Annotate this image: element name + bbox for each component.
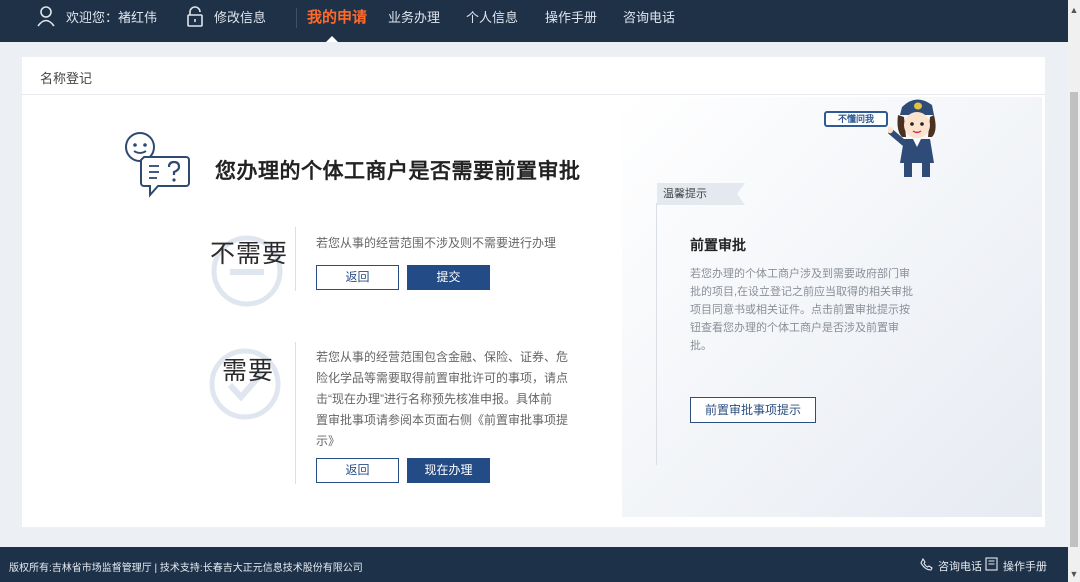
tips-text-line: 批的项目,在设立登记之前应当取得的相关审批 [690,286,914,298]
back-button[interactable]: 返回 [316,265,399,290]
footer-phone-link[interactable]: 咨询电话 [938,558,982,574]
scroll-up-arrow[interactable]: ▲ [1068,2,1080,18]
edit-info-link[interactable]: 修改信息 [214,0,266,42]
footer-manual-link[interactable]: 操作手册 [1003,558,1047,574]
lock-icon [186,6,204,33]
phone-icon [920,557,933,576]
divider-line [295,342,296,484]
not-needed-label: 不需要 [210,240,289,268]
needed-description-line: 击“现在办理”进行名称预先核准申报。具体前 [316,392,552,406]
divider-line [295,227,296,291]
question-chat-icon [122,129,192,204]
tips-text-line: 钮查看您办理的个体工商户是否涉及前置审 [690,322,899,334]
needed-description-line: 示》 [316,434,341,448]
pre-approval-tips-button[interactable]: 前置审批事项提示 [690,397,816,423]
main-panel: 名称登记 您办理的个体工商户是否需要前置审批 不需要 若您从事的经营范围不涉及则… [22,57,1045,527]
needed-description: 若您从事的经营范围包含金融、保险、证券、危 险化学品等需要取得前置审批许可的事项… [316,347,578,452]
do-now-button[interactable]: 现在办理 [407,458,490,483]
scroll-down-arrow[interactable]: ▼ [1068,566,1080,582]
active-tab-caret [326,36,338,42]
needed-description-line: 险化学品等需要取得前置审批许可的事项，请点 [316,371,569,385]
needed-description-line: 若您从事的经营范围包含金融、保险、证券、危 [316,350,569,364]
needed-label: 需要 [222,357,275,385]
tips-tag: 温馨提示 [657,183,745,205]
needed-description-line: 置审批事项请参阅本页面右侧《前置审批事项提 [316,413,569,427]
nav-manual[interactable]: 操作手册 [545,0,597,42]
submit-button[interactable]: 提交 [407,265,490,290]
breadcrumb: 名称登记 [40,71,93,86]
not-needed-description: 若您从事的经营范围不涉及则不需要进行办理 [316,236,557,250]
manual-icon [985,557,998,576]
welcome-text: 欢迎您：褚红伟 [66,10,158,25]
tips-title: 前置审批 [690,237,746,253]
copyright-text: 版权所有:吉林省市场监督管理厅 | 技术支持:长春吉大正元信息技术股份有限公司 [9,563,363,574]
tips-text-line: 若您办理的个体工商户涉及到需要政府部门审 [690,268,910,280]
back-button[interactable]: 返回 [316,458,399,483]
page-title: 您办理的个体工商户是否需要前置审批 [215,160,581,183]
scrollbar-thumb[interactable] [1070,92,1078,547]
tips-text-line: 项目同意书或相关证件。点击前置审批提示按 [690,304,910,316]
breadcrumb-bar: 名称登记 [22,57,1045,95]
user-icon [36,5,56,32]
nav-personal-info[interactable]: 个人信息 [466,0,518,42]
tips-text-line: 批。 [690,340,712,352]
mascot-officer-image[interactable] [886,93,946,184]
nav-consult-phone[interactable]: 咨询电话 [623,0,675,42]
footer: 版权所有:吉林省市场监督管理厅 | 技术支持:长春吉大正元信息技术股份有限公司 … [0,547,1068,582]
nav-business[interactable]: 业务办理 [388,0,440,42]
page-scrollbar[interactable]: ▲ ▼ [1068,0,1080,582]
mascot-speech-bubble[interactable]: 不懂问我 [824,111,888,127]
nav-divider [296,8,297,28]
tips-divider [656,203,657,465]
tips-text: 若您办理的个体工商户涉及到需要政府部门审 批的项目,在设立登记之前应当取得的相关… [690,265,926,355]
top-navigation-bar: 欢迎您：褚红伟 修改信息 我的申请 业务办理 个人信息 操作手册 咨询电话 [0,0,1068,42]
